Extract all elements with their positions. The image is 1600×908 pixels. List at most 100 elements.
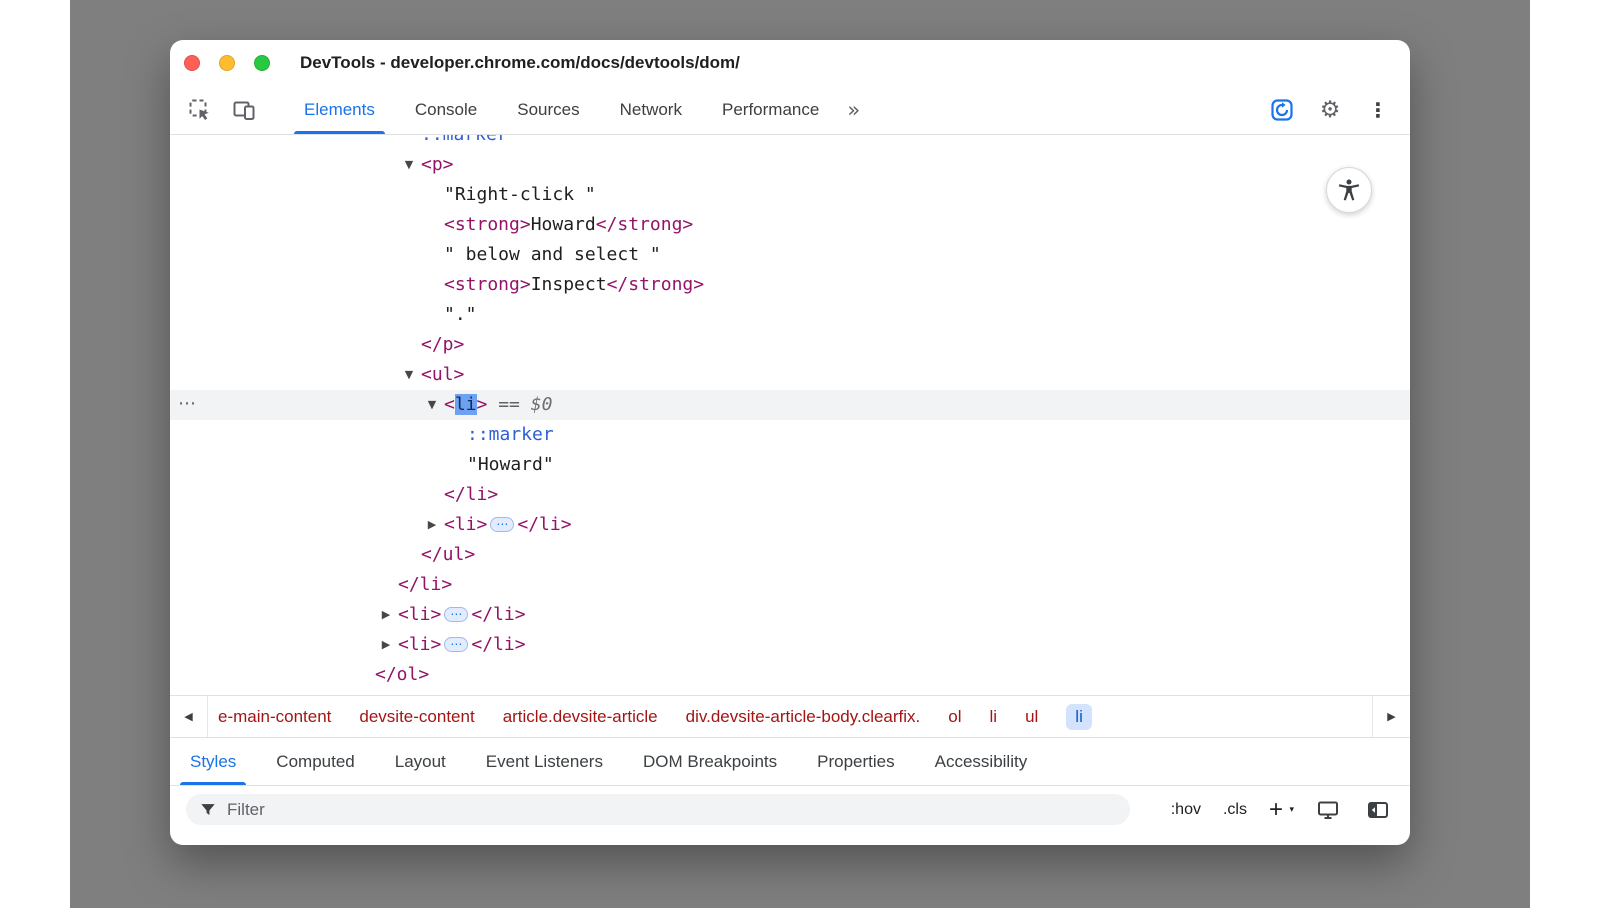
tab-layout[interactable]: Layout (375, 738, 466, 785)
dom-tree: ::marker▼<p>"Right-click "<strong>Howard… (170, 135, 1410, 695)
collapsed-content-icon[interactable]: ⋯ (444, 637, 468, 652)
filter-input[interactable] (227, 800, 1118, 820)
breadcrumb-item[interactable]: div.devsite-article-body.clearfix. (686, 707, 921, 727)
dom-tree-row[interactable]: "Right-click " (170, 180, 1410, 210)
dom-tree-row[interactable]: </li> (170, 480, 1410, 510)
dom-tree-row[interactable]: ::marker (170, 420, 1410, 450)
dom-tree-row[interactable]: ▶<li>⋯</li> (170, 630, 1410, 660)
plus-icon: + (1269, 796, 1283, 823)
active-tab-underline (180, 782, 246, 785)
code-text: Howard (531, 214, 596, 235)
tab-elements[interactable]: Elements (284, 85, 395, 134)
code-text: "." (444, 304, 477, 325)
expand-arrow-icon[interactable]: ▶ (377, 600, 395, 630)
code-text: </li> (517, 514, 571, 535)
code-text: <strong> (444, 214, 531, 235)
breadcrumb-item[interactable]: ul (1025, 707, 1038, 727)
maximize-window-button[interactable] (254, 55, 270, 71)
tab-label: Sources (517, 100, 579, 120)
breadcrumb-item[interactable]: devsite-content (359, 707, 474, 727)
minimize-window-button[interactable] (219, 55, 235, 71)
breadcrumb-item[interactable]: li (1066, 704, 1092, 730)
collapse-arrow-icon[interactable]: ▼ (423, 390, 441, 420)
breadcrumb-item[interactable]: e-main-content (218, 707, 331, 727)
code-text: </li> (444, 484, 498, 505)
code-text: <li> (398, 604, 441, 625)
styles-filter-bar: :hov .cls +▾ (170, 785, 1410, 833)
dom-tree-row[interactable]: ▶<li>⋯</li> (170, 510, 1410, 540)
expand-arrow-icon[interactable]: ▶ (377, 630, 395, 660)
close-window-button[interactable] (184, 55, 200, 71)
breadcrumb-scroll-left-icon[interactable]: ◀ (170, 696, 208, 737)
collapse-arrow-icon[interactable]: ▼ (400, 150, 418, 180)
breadcrumb-item[interactable]: article.devsite-article (503, 707, 658, 727)
tab-label: Styles (190, 752, 236, 772)
code-text: <li> (398, 634, 441, 655)
dom-tree-row[interactable]: ▼<p> (170, 150, 1410, 180)
window-bottom-padding (170, 833, 1410, 845)
code-text: <p> (421, 154, 454, 175)
tab-dom-breakpoints[interactable]: DOM Breakpoints (623, 738, 797, 785)
dom-tree-row[interactable]: </li> (170, 570, 1410, 600)
tab-label: Properties (817, 752, 894, 772)
code-text: < (444, 394, 455, 415)
tab-properties[interactable]: Properties (797, 738, 914, 785)
code-text: "Right-click " (444, 184, 596, 205)
more-tabs-icon[interactable]: » (847, 98, 860, 122)
dom-tree-row[interactable]: ⋯▼<li> == $0 (170, 390, 1410, 420)
dom-tree-row[interactable]: " below and select " (170, 240, 1410, 270)
breadcrumb-bar: ◀ e-main-content devsite-content article.d… (170, 695, 1410, 737)
tab-console[interactable]: Console (395, 85, 497, 134)
filter-right-controls: :hov .cls +▾ (1171, 796, 1392, 824)
collapsed-content-icon[interactable]: ⋯ (490, 517, 514, 532)
dom-tree-row[interactable]: ▼<ul> (170, 360, 1410, 390)
code-text: <li> (444, 514, 487, 535)
dom-tree-row[interactable]: ::marker (170, 135, 1410, 150)
dom-tree-row[interactable]: <strong>Howard</strong> (170, 210, 1410, 240)
breadcrumb-scroll-right-icon[interactable]: ▶ (1372, 696, 1410, 737)
chevron-down-icon: ▾ (1289, 800, 1294, 820)
code-text: </li> (471, 604, 525, 625)
code-text: " below and select " (444, 244, 661, 265)
expand-arrow-icon[interactable]: ▶ (423, 510, 441, 540)
dom-tree-row[interactable]: "." (170, 300, 1410, 330)
tab-label: DOM Breakpoints (643, 752, 777, 772)
code-text: </strong> (607, 274, 705, 295)
breadcrumb-item[interactable]: li (990, 707, 998, 727)
dom-tree-row[interactable]: <strong>Inspect</strong> (170, 270, 1410, 300)
tab-event-listeners[interactable]: Event Listeners (466, 738, 623, 785)
dom-tree-row[interactable]: </p> (170, 330, 1410, 360)
more-actions-icon[interactable]: ⋯ (178, 390, 197, 418)
breadcrumb-item[interactable]: ol (948, 707, 961, 727)
inspect-element-icon[interactable] (186, 96, 214, 124)
tab-styles[interactable]: Styles (170, 738, 256, 785)
code-text: <ul> (421, 364, 464, 385)
toggle-element-state-button[interactable]: :hov (1171, 801, 1201, 819)
tab-computed[interactable]: Computed (256, 738, 374, 785)
tab-label: Event Listeners (486, 752, 603, 772)
tab-sources[interactable]: Sources (497, 85, 599, 134)
device-toolbar-icon[interactable] (230, 96, 258, 124)
collapsed-content-icon[interactable]: ⋯ (444, 607, 468, 622)
reload-icon[interactable] (1268, 96, 1296, 124)
tab-performance[interactable]: Performance (702, 85, 839, 134)
tab-accessibility[interactable]: Accessibility (915, 738, 1048, 785)
dom-tree-row[interactable]: ▶<li>⋯</li> (170, 600, 1410, 630)
rendering-emulation-icon[interactable] (1314, 796, 1342, 824)
new-style-rule-button[interactable]: +▾ (1269, 800, 1292, 820)
code-text: </ol> (375, 664, 429, 685)
dom-tree-row[interactable]: </ul> (170, 540, 1410, 570)
dom-tree-row[interactable]: "Howard" (170, 450, 1410, 480)
tab-network[interactable]: Network (600, 85, 702, 134)
toggle-sidebar-icon[interactable] (1364, 796, 1392, 824)
code-text: $0 (531, 394, 553, 415)
kebab-menu-icon[interactable]: ⋮ (1364, 96, 1392, 124)
collapse-arrow-icon[interactable]: ▼ (400, 360, 418, 390)
window-title: DevTools - developer.chrome.com/docs/dev… (300, 53, 740, 73)
panel-tab-strip: ElementsConsole Sources NetworkPerformance (284, 85, 839, 134)
settings-gear-icon[interactable]: ⚙ (1316, 96, 1344, 124)
tab-label: Computed (276, 752, 354, 772)
code-text: <strong> (444, 274, 531, 295)
dom-tree-row[interactable]: </ol> (170, 660, 1410, 690)
toggle-class-button[interactable]: .cls (1223, 801, 1247, 819)
